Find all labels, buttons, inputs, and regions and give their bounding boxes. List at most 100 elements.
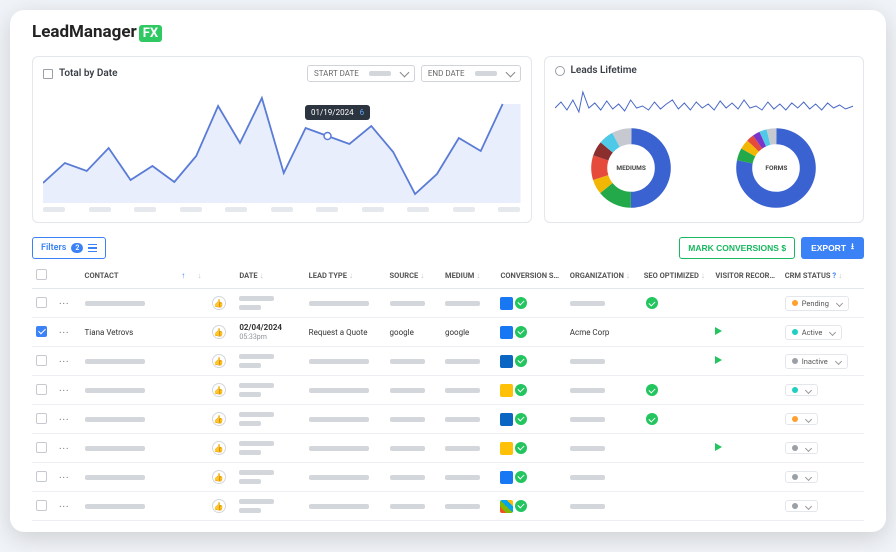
network-icon <box>500 355 513 368</box>
row-checkbox[interactable] <box>36 471 47 482</box>
row-checkbox[interactable] <box>36 326 47 337</box>
lead-type-cell <box>305 347 386 376</box>
col-contact[interactable]: CONTACT <box>81 263 176 289</box>
status-dot-icon <box>792 300 798 306</box>
date-cell <box>235 289 304 318</box>
org-cell <box>566 434 640 463</box>
row-checkbox[interactable] <box>36 297 47 308</box>
conv-cell <box>496 289 565 318</box>
lead-type-cell <box>305 434 386 463</box>
date-cell: 02/04/202405:33pm <box>235 318 304 347</box>
row-menu-icon[interactable]: ··· <box>59 357 69 366</box>
crm-status-select[interactable] <box>785 413 818 425</box>
row-checkbox[interactable] <box>36 500 47 511</box>
date-cell <box>235 376 304 405</box>
thumbs-up-icon[interactable]: 👍 <box>212 325 226 339</box>
col-medium[interactable]: MEDIUM↓ <box>441 263 496 289</box>
network-icon <box>500 471 513 484</box>
row-checkbox[interactable] <box>36 442 47 453</box>
network-icon <box>500 413 513 426</box>
row-menu-icon[interactable]: ··· <box>59 386 69 395</box>
row-checkbox[interactable] <box>36 355 47 366</box>
status-dot-icon <box>792 503 798 509</box>
thumbs-up-icon[interactable]: 👍 <box>212 383 226 397</box>
visitor-cell <box>711 434 780 463</box>
logo-part1: Lead <box>32 22 69 42</box>
org-cell <box>566 376 640 405</box>
thumbs-up-icon[interactable]: 👍 <box>212 412 226 426</box>
crm-status-select[interactable]: Pending <box>785 296 849 311</box>
start-date-select[interactable]: START DATE <box>307 65 415 82</box>
contact-cell <box>81 492 176 521</box>
thumbs-up-icon[interactable]: 👍 <box>212 470 226 484</box>
row-menu-icon[interactable]: ··· <box>59 299 69 308</box>
chevron-down-icon <box>505 68 515 78</box>
org-cell <box>566 492 640 521</box>
seo-cell <box>640 434 712 463</box>
status-dot-icon <box>792 445 798 451</box>
play-icon[interactable] <box>715 443 722 451</box>
row-menu-icon[interactable]: ··· <box>59 444 69 453</box>
col-visitor[interactable]: VISITOR RECORDING↓ <box>711 263 780 289</box>
row-menu-icon[interactable]: ··· <box>59 328 69 337</box>
visitor-cell <box>711 405 780 434</box>
sort-desc-icon[interactable]: ↓ <box>197 271 201 280</box>
source-cell <box>386 405 441 434</box>
row-checkbox[interactable] <box>36 413 47 424</box>
date-cell <box>235 347 304 376</box>
thumbs-up-icon[interactable]: 👍 <box>212 499 226 513</box>
network-icon <box>500 442 513 455</box>
end-date-select[interactable]: END DATE <box>421 65 521 82</box>
date-cell <box>235 463 304 492</box>
network-icon <box>500 326 513 339</box>
col-org[interactable]: ORGANIZATION↓ <box>566 263 640 289</box>
col-seo[interactable]: SEO OPTIMIZED↓ <box>640 263 712 289</box>
date-cell <box>235 434 304 463</box>
seo-cell <box>640 405 712 434</box>
col-source[interactable]: SOURCE↓ <box>386 263 441 289</box>
logo-badge: FX <box>139 25 162 42</box>
line-chart: 01/19/20246 <box>43 88 521 214</box>
visitor-cell <box>711 376 780 405</box>
medium-cell <box>441 376 496 405</box>
status-dot-icon <box>792 329 798 335</box>
crm-status-select[interactable] <box>785 384 818 396</box>
visitor-cell <box>711 347 780 376</box>
chevron-down-icon <box>805 502 812 509</box>
col-conv[interactable]: CONVERSION SYNCED↓ <box>496 263 565 289</box>
export-button[interactable]: EXPORT⭳ <box>801 237 864 259</box>
conv-cell <box>496 347 565 376</box>
col-lead[interactable]: LEAD TYPE↓ <box>305 263 386 289</box>
select-all-checkbox[interactable] <box>36 269 47 280</box>
row-menu-icon[interactable]: ··· <box>59 502 69 511</box>
col-date[interactable]: DATE↓ <box>235 263 304 289</box>
conv-cell <box>496 463 565 492</box>
card-title: Total by Date <box>59 68 118 79</box>
seo-cell <box>640 318 712 347</box>
medium-cell <box>441 405 496 434</box>
play-icon[interactable] <box>715 327 722 335</box>
mark-conversions-button[interactable]: MARK CONVERSIONS $ <box>679 237 795 259</box>
contact-cell <box>81 347 176 376</box>
sort-asc-icon[interactable]: ↑ <box>181 271 185 280</box>
crm-status-select[interactable]: Inactive <box>785 354 848 369</box>
thumbs-up-icon[interactable]: 👍 <box>212 441 226 455</box>
thumbs-up-icon[interactable]: 👍 <box>212 354 226 368</box>
thumbs-up-icon[interactable]: 👍 <box>212 296 226 310</box>
crm-status-select[interactable] <box>785 471 818 483</box>
status-dot-icon <box>792 474 798 480</box>
row-checkbox[interactable] <box>36 384 47 395</box>
crm-status-select[interactable] <box>785 500 818 512</box>
filters-button[interactable]: Filters 2 <box>32 237 106 259</box>
row-menu-icon[interactable]: ··· <box>59 473 69 482</box>
crm-status-select[interactable]: Active <box>785 325 843 340</box>
row-menu-icon[interactable]: ··· <box>59 415 69 424</box>
seo-cell <box>640 289 712 318</box>
table-row: ··· 👍 <box>32 434 864 463</box>
col-crm[interactable]: CRM STATUS ?↓ <box>781 263 864 289</box>
play-icon[interactable] <box>715 356 722 364</box>
source-cell <box>386 347 441 376</box>
table-row: ··· 👍 <box>32 405 864 434</box>
conv-cell <box>496 434 565 463</box>
crm-status-select[interactable] <box>785 442 818 454</box>
